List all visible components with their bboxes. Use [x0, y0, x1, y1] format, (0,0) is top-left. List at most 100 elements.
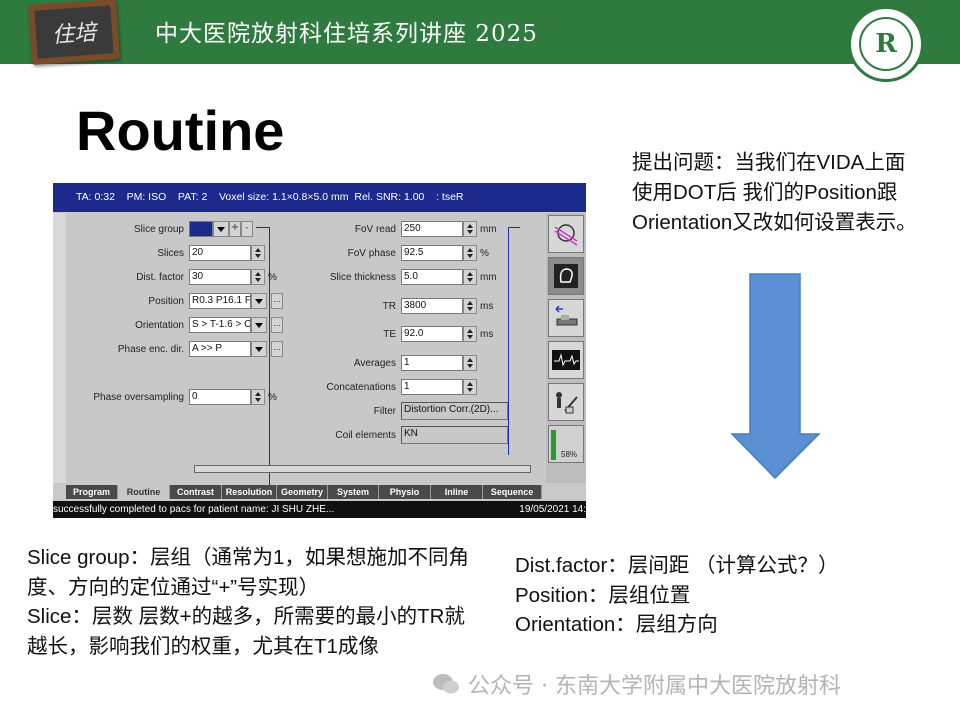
note-slice-group: Slice group：层组（通常为1，如果想施加不同角度、方向的定位通过“+”… [27, 546, 469, 599]
tab-physio[interactable]: Physio [379, 485, 431, 499]
param-row: FoV phase 92.5% [306, 244, 489, 262]
param-unit: % [268, 271, 277, 283]
param-value-field[interactable]: 3800 [401, 298, 463, 314]
tab-routine[interactable]: Routine [118, 485, 170, 499]
head-scan-icon[interactable] [548, 215, 584, 253]
spinner[interactable] [251, 389, 265, 405]
note-position: Position：层组位置 [515, 583, 691, 607]
tab-system[interactable]: System [328, 485, 379, 499]
note-slice: Slice：层数 层数+的越多，所需要的最小的TR就越长，影响我们的权重，尤其在… [27, 605, 465, 658]
parameter-tabs: Program Routine Contrast Resolution Geometry… [66, 485, 544, 499]
slide-heading: Routine [76, 99, 285, 162]
more-options-button[interactable]: ... [271, 293, 283, 309]
param-label: TR [382, 300, 396, 312]
param-row: FoV read 250 mm [306, 220, 497, 238]
dropdown-button[interactable] [251, 293, 267, 309]
head-profile-icon[interactable] [548, 257, 584, 295]
add-slice-group-button[interactable]: + [229, 221, 241, 237]
param-label: Phase oversampling [93, 391, 184, 403]
tab-inline[interactable]: Inline [431, 485, 483, 499]
more-options-button[interactable]: ... [271, 341, 283, 357]
param-label: Coil elements [335, 429, 396, 441]
dropdown-button[interactable] [251, 341, 267, 357]
param-value-field[interactable]: 92.5 [401, 245, 463, 261]
spinner[interactable] [463, 379, 477, 395]
slice-group-field[interactable]: 1 [189, 221, 213, 237]
spinner[interactable] [463, 269, 477, 285]
param-value-field[interactable]: R0.3 P16.1 F6.6 [189, 293, 251, 309]
patient-position-icon[interactable] [548, 383, 584, 421]
tab-contrast[interactable]: Contrast [170, 485, 222, 499]
param-unit: % [268, 391, 277, 403]
param-value-field[interactable]: 92.0 [401, 326, 463, 342]
status-message: successfully completed to pacs for patie… [53, 504, 335, 515]
coil-percent: 58% [561, 450, 578, 459]
param-value-field[interactable]: A >> P [189, 341, 251, 357]
coil-level-icon[interactable]: 58% [548, 425, 584, 463]
param-label: Dist. factor [136, 271, 184, 283]
watermark: 公众号 · 东南大学附属中大医院放射科 [432, 668, 841, 700]
param-row: TE 92.0 ms [306, 325, 493, 343]
param-row: Slice group 1 + - [66, 220, 253, 238]
spinner[interactable] [463, 245, 477, 261]
param-label: FoV phase [347, 247, 396, 259]
table-move-icon[interactable] [548, 299, 584, 337]
param-label: Slice group [133, 223, 184, 235]
param-unit: ms [480, 328, 494, 340]
param-row: Filter Distortion Corr.(2D)... [306, 402, 508, 420]
spinner[interactable] [463, 221, 477, 237]
param-label: FoV read [354, 223, 396, 235]
param-value-field[interactable]: S > T-1.6 > C-1. [189, 317, 251, 333]
param-row: Concatenations 1 [306, 378, 477, 396]
spinner[interactable] [251, 269, 265, 285]
param-unit: ms [480, 300, 494, 312]
param-value-field[interactable]: Distortion Corr.(2D)... [401, 402, 508, 420]
notes-right: Dist.factor：层间距 （计算公式？） Position：层组位置 Or… [515, 551, 845, 640]
param-unit: % [480, 247, 489, 259]
slice-group-dropdown[interactable] [213, 221, 229, 237]
down-arrow [730, 273, 821, 480]
param-label: Slices [157, 247, 184, 259]
param-value-field[interactable]: KN [401, 426, 508, 444]
chalkboard-badge: 住培 [28, 0, 120, 65]
wechat-icon [433, 674, 459, 694]
spinner[interactable] [463, 326, 477, 342]
param-value-field[interactable]: 1 [401, 379, 463, 395]
guide-line [256, 227, 270, 228]
guide-line [508, 227, 509, 455]
param-value-field[interactable]: 0 [189, 389, 251, 405]
spinner[interactable] [463, 298, 477, 314]
header-title: 中大医院放射科住培系列讲座 2025 [155, 21, 538, 47]
status-date: 19/05/2021 14: [519, 504, 586, 515]
scanner-screenshot: TA: 0:32 PM: ISO PAT: 2 Voxel size: 1.1×… [53, 183, 586, 518]
param-row: Coil elements KN [306, 426, 508, 444]
remove-slice-group-button[interactable]: - [241, 221, 253, 237]
guide-line [508, 227, 520, 228]
note-dist-factor: Dist.factor：层间距 （计算公式？） [515, 554, 839, 577]
param-label: Phase enc. dir. [117, 343, 184, 355]
tab-program[interactable]: Program [66, 485, 118, 499]
tab-geometry[interactable]: Geometry [277, 485, 328, 499]
logo-letter: R [859, 17, 913, 71]
spinner[interactable] [463, 355, 477, 371]
param-value-field[interactable]: 5.0 [401, 269, 463, 285]
tab-resolution[interactable]: Resolution [222, 485, 277, 499]
param-row: TR 3800 ms [306, 297, 493, 315]
param-label: Filter [373, 405, 396, 417]
param-label: Concatenations [326, 381, 397, 393]
status-bar: successfully completed to pacs for patie… [53, 501, 586, 518]
tab-sequence[interactable]: Sequence [483, 485, 542, 499]
dropdown-button[interactable] [251, 317, 267, 333]
spinner[interactable] [251, 245, 265, 261]
param-row: Dist. factor 30% [66, 268, 277, 286]
param-row: Phase oversampling 0% [66, 388, 277, 406]
param-value-field[interactable]: 1 [401, 355, 463, 371]
param-value-field[interactable]: 250 [401, 221, 463, 237]
physio-signal-icon[interactable] [548, 341, 584, 379]
param-row: Phase enc. dir. A >> P... [66, 340, 283, 358]
param-value-field[interactable]: 30 [189, 269, 251, 285]
param-value-field[interactable]: 20 [189, 245, 251, 261]
more-options-button[interactable]: ... [271, 317, 283, 333]
param-label: Slice thickness [329, 271, 396, 283]
param-row: Slice thickness 5.0 mm [306, 268, 497, 286]
